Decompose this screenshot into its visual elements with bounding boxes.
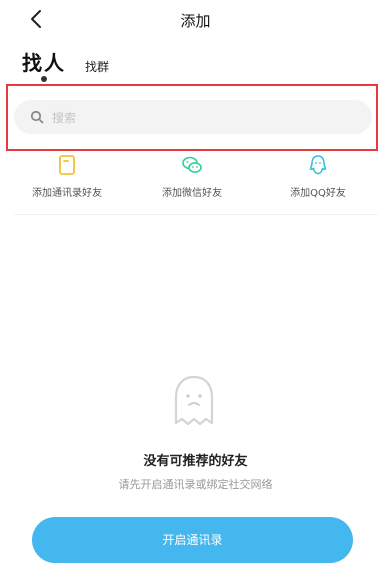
contacts-icon (59, 155, 75, 175)
page-title: 添加 (180, 12, 211, 30)
search-placeholder: 搜索 (52, 111, 77, 125)
section-divider (14, 214, 378, 215)
empty-state-subtitle: 请先开启通讯录或绑定社交网络 (118, 478, 273, 491)
search-input[interactable]: 搜索 (14, 100, 372, 134)
active-tab-indicator (41, 76, 47, 82)
add-qq-friends-button[interactable]: 添加QQ好友 (258, 150, 378, 206)
ghost-icon (174, 375, 214, 426)
wechat-icon (182, 156, 202, 173)
tab-bar: 找人 找群 (0, 46, 391, 82)
enable-contacts-button[interactable]: 开启通讯录 (32, 517, 353, 563)
add-wechat-friends-label: 添加微信好友 (162, 188, 222, 199)
friend-sources: 添加通讯录好友 添加微信好友 添加QQ好友 (0, 150, 391, 210)
add-wechat-friends-button[interactable]: 添加微信好友 (132, 150, 252, 206)
add-contacts-friends-label: 添加通讯录好友 (32, 188, 102, 199)
search-icon (30, 110, 44, 124)
add-contacts-friends-button[interactable]: 添加通讯录好友 (7, 150, 127, 206)
qq-icon (309, 155, 327, 175)
add-qq-friends-label: 添加QQ好友 (290, 188, 346, 199)
top-bar: 添加 (0, 0, 391, 40)
tab-find-group[interactable]: 找群 (85, 58, 109, 75)
empty-state-title: 没有可推荐的好友 (143, 454, 248, 469)
tab-find-people[interactable]: 找人 (22, 47, 66, 76)
